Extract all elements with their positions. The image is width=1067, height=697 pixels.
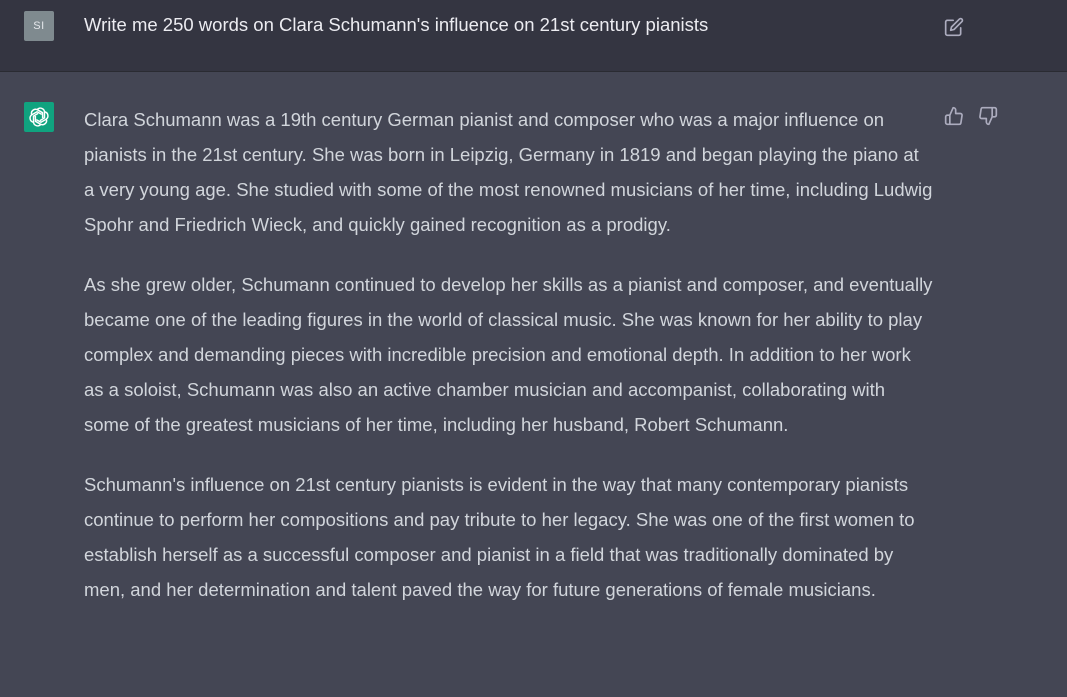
openai-logo-icon [29,107,49,127]
user-prompt-text: Write me 250 words on Clara Schumann's i… [84,14,709,35]
response-paragraph: Schumann's influence on 21st century pia… [84,474,915,600]
edit-message-button[interactable] [942,15,966,39]
response-paragraph: As she grew older, Schumann continued to… [84,274,933,435]
response-paragraph: Clara Schumann was a 19th century German… [84,109,933,235]
thumbs-down-button[interactable] [976,104,1000,128]
assistant-avatar [24,102,54,132]
thumbs-down-icon [979,106,998,126]
edit-icon [944,17,964,37]
user-message: SI Write me 250 words on Clara Schumann'… [0,0,1067,72]
user-avatar: SI [24,11,54,41]
thumbs-up-button[interactable] [942,104,966,128]
thumbs-up-icon [944,106,963,126]
assistant-message: Clara Schumann was a 19th century German… [0,72,1067,697]
feedback-buttons [942,104,1000,128]
assistant-response: Clara Schumann was a 19th century German… [84,102,934,632]
